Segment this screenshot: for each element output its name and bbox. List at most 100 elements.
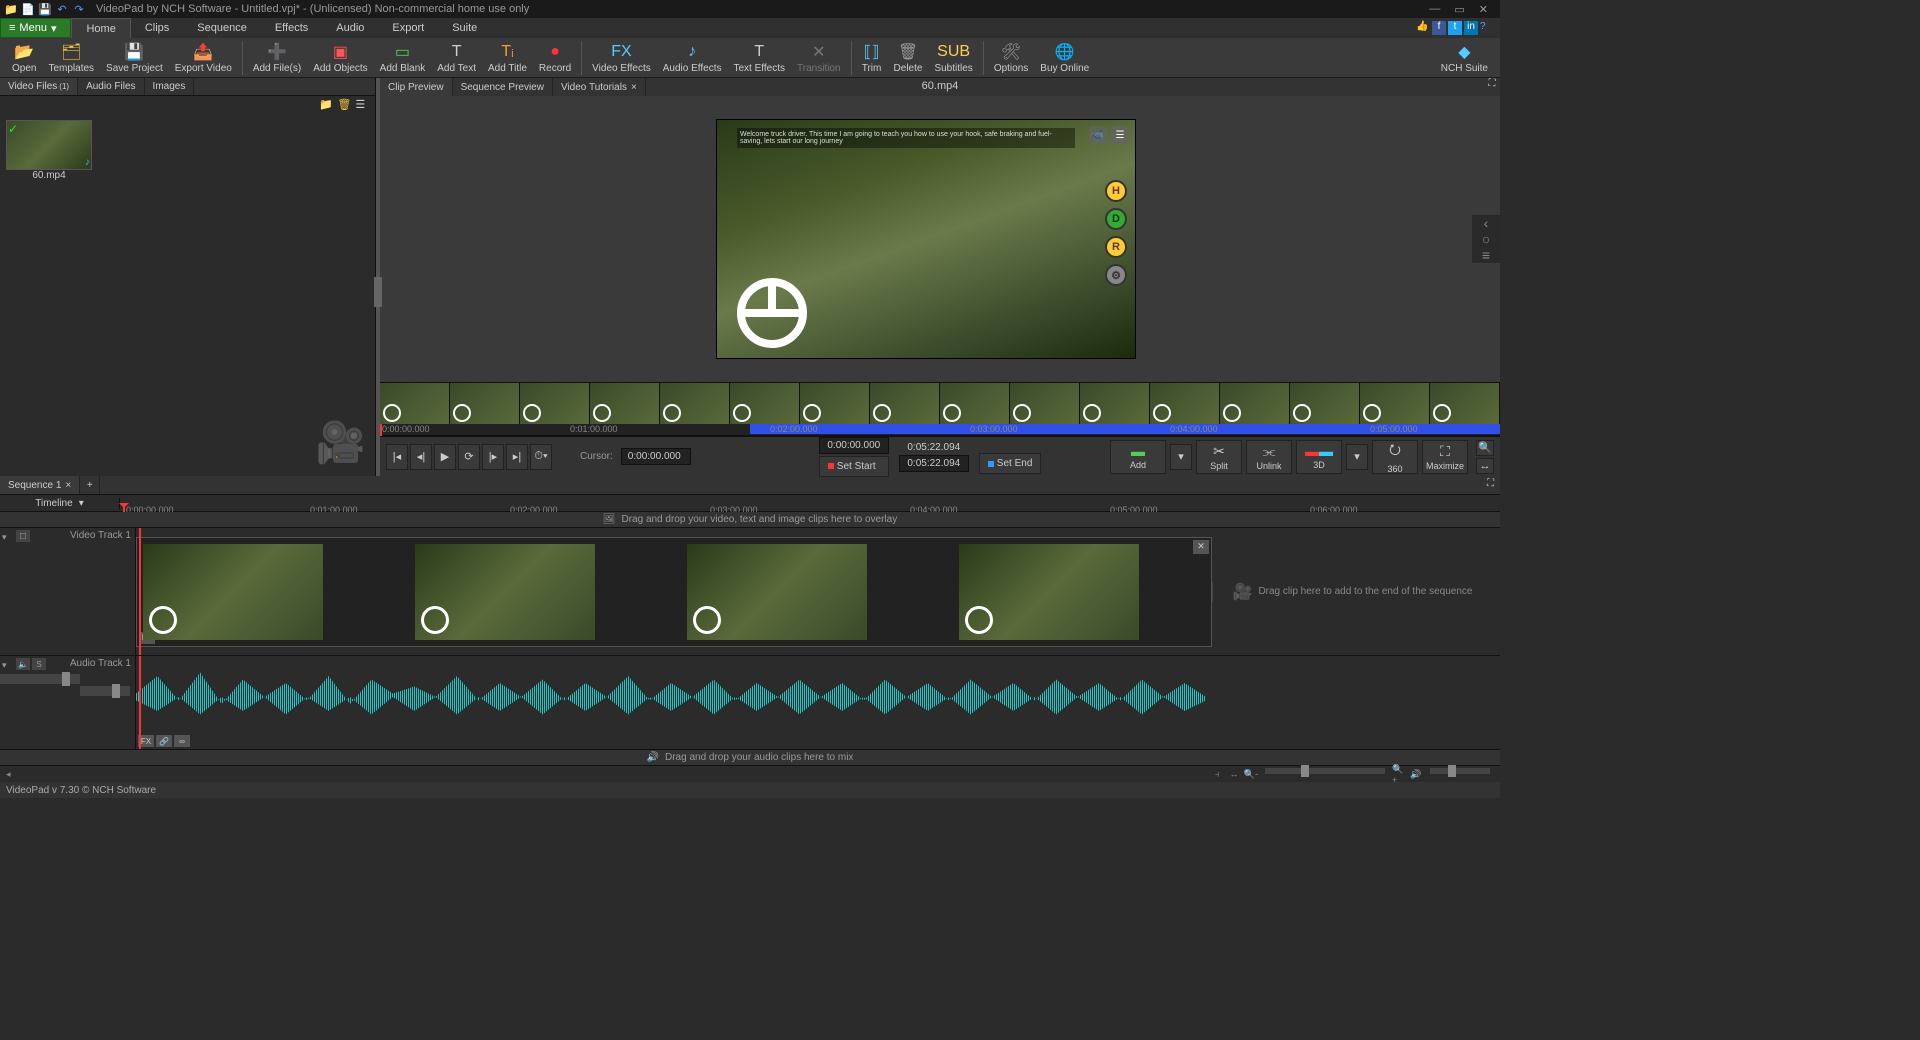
maximize-button[interactable]: ⛶Maximize — [1422, 440, 1468, 474]
track-fx-toggle[interactable]: ☐ — [16, 530, 30, 542]
tab-audio[interactable]: Audio — [322, 18, 378, 38]
help-icon[interactable]: ? — [1480, 21, 1494, 35]
bin-delete-icon[interactable]: 🗑 — [337, 98, 351, 112]
save-project-button[interactable]: 💾Save Project — [100, 42, 169, 74]
subtitles-button[interactable]: SUBSubtitles — [928, 42, 978, 74]
play-button[interactable]: ▶ — [434, 444, 456, 470]
set-end-button[interactable]: Set End — [979, 453, 1042, 474]
filmstrip-ruler[interactable]: 0:00:00.000 0:01:00.000 0:02:00.000 0:03… — [380, 424, 1500, 436]
zoom-in-icon[interactable]: 🔍+ — [1392, 768, 1406, 780]
close-tab-icon[interactable]: × — [631, 82, 637, 93]
filmstrip-thumb[interactable] — [730, 383, 800, 424]
zoom-fit-icon[interactable]: ↔ — [1227, 768, 1241, 780]
bin-tab-audio[interactable]: Audio Files — [78, 78, 144, 95]
3d-button[interactable]: ▬▬3D — [1296, 440, 1342, 474]
bin-tab-video[interactable]: Video Files(1) — [0, 78, 78, 95]
zoom-out-icon[interactable]: 🔍- — [1244, 768, 1258, 780]
qat-new-icon[interactable]: 📄 — [21, 2, 35, 16]
step-fwd-button[interactable]: |▸ — [482, 444, 504, 470]
templates-button[interactable]: 🗂Templates — [42, 42, 100, 74]
zoom-in-button[interactable]: 🔍 — [1476, 440, 1494, 456]
bin-add-icon[interactable]: 📁 — [319, 98, 333, 112]
track-end-dropzone[interactable]: 🎥 Drag clip here to add to the end of th… — [1212, 582, 1492, 602]
filmstrip-thumb[interactable] — [1150, 383, 1220, 424]
trim-button[interactable]: ⟦⟧Trim — [856, 42, 888, 74]
buy-online-button[interactable]: 🌐Buy Online — [1034, 42, 1095, 74]
preview-viewport[interactable]: Welcome truck driver. This time I am goi… — [380, 96, 1500, 382]
snap-icon[interactable]: ⫞ — [1210, 768, 1224, 780]
tab-clips[interactable]: Clips — [131, 18, 183, 38]
export-video-button[interactable]: 📤Export Video — [169, 42, 238, 74]
tab-export[interactable]: Export — [378, 18, 438, 38]
track-playhead[interactable] — [139, 528, 141, 655]
bin-clip-item[interactable]: 60.mp4 — [6, 120, 92, 181]
preview-tab-sequence[interactable]: Sequence Preview — [453, 78, 553, 96]
mute-toggle[interactable]: 🔈 — [16, 658, 30, 670]
tab-home[interactable]: Home — [71, 18, 130, 38]
add-objects-button[interactable]: ▣Add Objects — [307, 42, 373, 74]
qat-save-icon[interactable]: 💾 — [38, 2, 52, 16]
collapse-track-icon[interactable]: ▾ — [2, 660, 7, 671]
bin-tab-images[interactable]: Images — [145, 78, 195, 95]
goto-start-button[interactable]: |◂ — [386, 444, 408, 470]
fit-button[interactable]: ↔ — [1476, 458, 1494, 474]
track-playhead[interactable] — [139, 656, 141, 749]
filmstrip-thumb[interactable] — [520, 383, 590, 424]
audio-loop-icon[interactable]: ∞ — [174, 735, 190, 747]
sequence-tab[interactable]: Sequence 1 × — [0, 476, 80, 494]
audio-link-icon[interactable]: 🔗 — [156, 735, 172, 747]
loop-button[interactable]: ⟳ — [458, 444, 480, 470]
filmstrip-thumb[interactable] — [1220, 383, 1290, 424]
filmstrip-thumb[interactable] — [660, 383, 730, 424]
scroll-left-icon[interactable]: ◂ — [6, 769, 11, 780]
bin-content[interactable]: 60.mp4 🎥 — [0, 114, 375, 476]
linkedin-icon[interactable]: in — [1464, 21, 1478, 35]
menu-button[interactable]: ≡ Menu ▾ — [0, 18, 71, 38]
filmstrip-thumb[interactable] — [870, 383, 940, 424]
filmstrip-thumb[interactable] — [1010, 383, 1080, 424]
set-start-button[interactable]: Set Start — [819, 456, 889, 477]
preview-tab-tutorials[interactable]: Video Tutorials × — [553, 78, 646, 96]
speaker-icon[interactable]: 🔊 — [1409, 768, 1423, 780]
text-effects-button[interactable]: TText Effects — [727, 42, 791, 74]
close-icon[interactable]: × — [65, 480, 71, 491]
step-back-button[interactable]: ◂| — [410, 444, 432, 470]
close-button[interactable]: ✕ — [1479, 3, 1488, 16]
pan-slider[interactable] — [80, 686, 130, 696]
filmstrip[interactable] — [380, 382, 1500, 424]
maximize-button[interactable]: ▭ — [1454, 3, 1464, 16]
filmstrip-thumb[interactable] — [590, 383, 660, 424]
collapse-track-icon[interactable]: ▾ — [2, 532, 7, 543]
goto-end-button[interactable]: ▸| — [506, 444, 528, 470]
solo-toggle[interactable]: S — [32, 658, 46, 670]
overlay-track[interactable]: 🖼 Drag and drop your video, text and ima… — [0, 512, 1500, 528]
qat-undo-icon[interactable]: ↶ — [55, 2, 69, 16]
add-files-button[interactable]: ➕Add File(s) — [247, 42, 307, 74]
3d-dropdown[interactable]: ▾ — [1346, 444, 1368, 470]
twitter-icon[interactable]: t — [1448, 21, 1462, 35]
split-button[interactable]: ✂Split — [1196, 440, 1242, 474]
options-button[interactable]: 🛠Options — [988, 42, 1034, 74]
tab-effects[interactable]: Effects — [261, 18, 322, 38]
video-track-body[interactable]: ✕ FX 🎥 Drag clip here to add to the end … — [136, 528, 1500, 655]
minimize-button[interactable]: — — [1429, 3, 1440, 16]
record-button[interactable]: ●Record — [533, 42, 577, 74]
tab-suite[interactable]: Suite — [438, 18, 491, 38]
bin-list-icon[interactable]: ☰ — [355, 98, 369, 112]
filmstrip-thumb[interactable] — [800, 383, 870, 424]
preview-expand-icon[interactable]: ⛶ — [1484, 78, 1500, 96]
audio-track-body[interactable]: FX 🔗 ∞ — [136, 656, 1500, 749]
360-button[interactable]: ⭮360 — [1372, 440, 1418, 474]
like-icon[interactable]: 👍 — [1416, 21, 1430, 35]
video-effects-button[interactable]: FXVideo Effects — [586, 42, 657, 74]
filmstrip-thumb[interactable] — [1290, 383, 1360, 424]
qat-open-icon[interactable]: 📁 — [4, 2, 18, 16]
add-dropdown[interactable]: ▾ — [1170, 444, 1192, 470]
add-text-button[interactable]: TAdd Text — [431, 42, 482, 74]
waveform[interactable] — [136, 662, 1206, 732]
nch-suite-button[interactable]: ◆NCH Suite — [1435, 42, 1494, 74]
filmstrip-thumb[interactable] — [380, 383, 450, 424]
qat-redo-icon[interactable]: ↷ — [72, 2, 86, 16]
filmstrip-thumb[interactable] — [1430, 383, 1500, 424]
timeline-mode-dropdown[interactable]: Timeline ▾ — [0, 498, 120, 509]
